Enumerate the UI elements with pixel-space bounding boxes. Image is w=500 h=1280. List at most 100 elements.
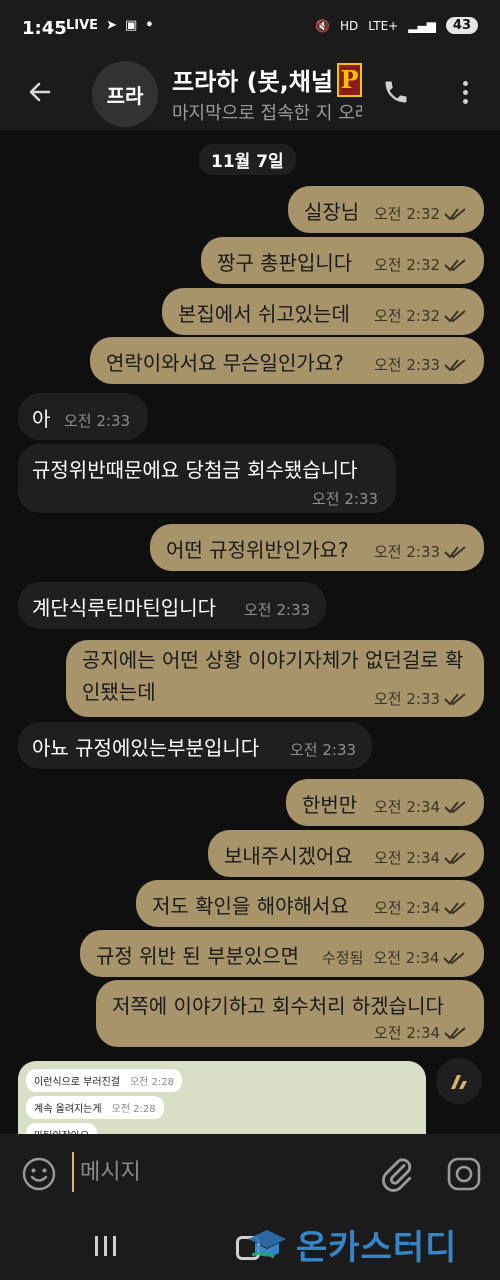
message-bubble[interactable]: 본집에서 쉬고있는데 오전 2:32 [162,288,484,335]
message-text: 계단식루틴마틴입니다 [32,596,216,620]
mute-icon: 🔇 [315,18,330,33]
message-time: 오전 2:34 [374,849,441,867]
message-input[interactable] [72,1152,366,1192]
battery-badge: 43 [445,17,478,34]
read-check-icon [444,692,466,705]
message-text: 아 [32,407,51,431]
camera-icon[interactable] [446,1156,482,1192]
message-text: 저도 확인을 해야해서요 [152,894,349,918]
message-bubble[interactable]: 짱구 총판입니다 오전 2:32 [201,237,484,284]
message-meta: 오전 2:34 [374,847,468,868]
message-bubble[interactable]: 보내주시겠어요 오전 2:34 [208,830,484,877]
message-bubble[interactable]: 실장님 오전 2:32 [288,186,484,233]
message-text: 짱구 총판입니다 [217,251,353,275]
message-bubble[interactable]: 아 오전 2:33 [18,393,148,440]
read-check-icon [444,800,466,813]
telegram-icon: ➤ [106,18,117,33]
chat-title-area[interactable]: 프라하 (봇,채널 P 마지막으로 접속한 지 오래됨 [172,62,362,125]
message-time: 오전 2:34 [374,1024,441,1042]
phone-icon[interactable] [378,74,414,110]
read-check-icon [444,207,466,220]
message-meta: 오전 2:34 [374,897,468,918]
message-time: 오전 2:33 [374,356,441,374]
emoji-icon[interactable] [20,1155,58,1193]
message-text: 아뇨 규정에있는부분입니다 [32,736,260,760]
read-check-icon [444,901,466,914]
watermark-text: 온카스터디 [296,1228,458,1268]
message-bubble[interactable]: 저쪽에 이야기하고 회수처리 하겠습니다 오전 2:34 [96,980,484,1047]
message-time: 오전 2:32 [374,307,441,325]
message-bubble[interactable]: 계단식루틴마틴입니다 오전 2:33 [18,582,326,629]
status-time: 1:45 [22,18,67,39]
message-bubble[interactable]: 공지에는 어떤 상황 이야기자체가 없던걸로 확인됐는데 오전 2:33 [66,640,484,717]
hd-icon: HD [339,18,359,33]
message-bubble[interactable]: 아뇨 규정에있는부분입니다 오전 2:33 [18,722,372,769]
message-time: 오전 2:33 [64,412,131,430]
read-check-icon [444,851,466,864]
message-time: 오전 2:34 [374,899,441,917]
read-check-icon [444,1026,466,1039]
app-shortcut-icon[interactable] [436,1058,482,1104]
message-time: 오전 2:33 [312,490,379,508]
message-bubble[interactable]: 규정위반때문에요 당첨금 회수됐습니다 오전 2:33 [18,444,396,513]
message-bubble[interactable]: 어떤 규정위반인가요? 오전 2:33 [150,524,484,571]
channel-logo-icon: P [336,62,362,97]
status-bar: 1:45 LIVE ➤ ▣ • 🔇 HD LTE+ ▂▄▆ 43 [0,0,500,58]
message-text: 저쪽에 이야기하고 회수처리 하겠습니다 [112,994,444,1018]
read-check-icon [443,951,466,964]
chat-header: 프라 프라하 (봇,채널 P 마지막으로 접속한 지 오래됨 [0,58,500,130]
message-meta: 오전 2:32 [374,305,468,326]
system-nav-bar: 온카스터디 [0,1214,500,1280]
message-time: 오전 2:33 [244,601,311,619]
message-text: 어떤 규정위반인가요? [166,538,349,562]
attach-icon[interactable] [380,1154,414,1194]
message-meta: 오전 2:33 [374,688,468,709]
message-text: 보내주시겠어요 [224,844,353,868]
message-bubble[interactable]: 저도 확인을 해야해서요 오전 2:34 [136,880,484,927]
message-meta: 오전 2:33 [64,410,130,431]
chat-title: 프라하 (봇,채널 P [172,62,362,97]
back-arrow-icon[interactable] [20,72,60,112]
message-time: 오전 2:33 [290,741,357,759]
message-edited-label: 수정됨 [322,949,364,967]
message-bubble[interactable]: 규정 위반 된 부분있으면 수정됨 오전 2:34 [80,930,484,977]
message-meta: 오전 2:33 [290,739,356,760]
message-meta: 오전 2:33 [312,488,378,509]
read-check-icon [444,309,466,322]
message-text: 실장님 [304,200,360,224]
more-options-icon[interactable] [452,74,478,110]
preview-message-time: 오전 2:28 [129,1077,175,1088]
message-meta: 오전 2:34 [374,1022,468,1043]
message-text: 연락이와서요 무슨일인가요? [106,351,344,375]
avatar[interactable]: 프라 [92,61,158,127]
network-label: LTE+ [368,18,399,33]
chat-subtitle: 마지막으로 접속한 지 오래됨 [172,103,362,124]
message-time: 오전 2:33 [374,543,441,561]
message-text: 본집에서 쉬고있는데 [178,302,350,326]
preview-message: 이런식으로 부러진걸 오전 2:28 [26,1069,183,1092]
preview-message-text: 계속 올려지는게 [34,1104,102,1115]
message-meta: 수정됨 오전 2:34 [322,947,467,968]
screenshot-icon: ▣ [124,18,138,33]
message-meta: 오전 2:33 [244,599,310,620]
message-time: 오전 2:32 [374,205,441,223]
message-text: 한번만 [302,793,358,817]
live-score-icon: LIVE [66,18,99,33]
dot-icon: • [145,18,154,33]
message-meta: 오전 2:34 [374,796,468,817]
message-text: 규정 위반 된 부분있으면 [96,944,300,968]
message-time: 오전 2:33 [374,690,441,708]
message-bubble[interactable]: 연락이와서요 무슨일인가요? 오전 2:33 [90,337,484,384]
signal-icon: ▂▄▆ [408,18,436,33]
preview-message-text: 이런식으로 부러진걸 [34,1077,120,1088]
message-text: 규정위반때문에요 당첨금 회수됐습니다 [32,458,358,482]
recent-apps-icon[interactable] [95,1236,116,1256]
message-meta: 오전 2:33 [374,354,468,375]
graduation-cap-icon [248,1229,286,1258]
message-bubble[interactable]: 한번만 오전 2:34 [286,779,484,826]
read-check-icon [444,258,466,271]
message-input-bar [0,1134,500,1214]
date-chip: 11월 7일 [199,144,296,175]
image-message[interactable]: 이런식으로 부러진걸 오전 2:28 계속 올려지는게 오전 2:28 마틴이잖… [18,1061,426,1141]
preview-message: 계속 올려지는게 오전 2:28 [26,1096,164,1119]
